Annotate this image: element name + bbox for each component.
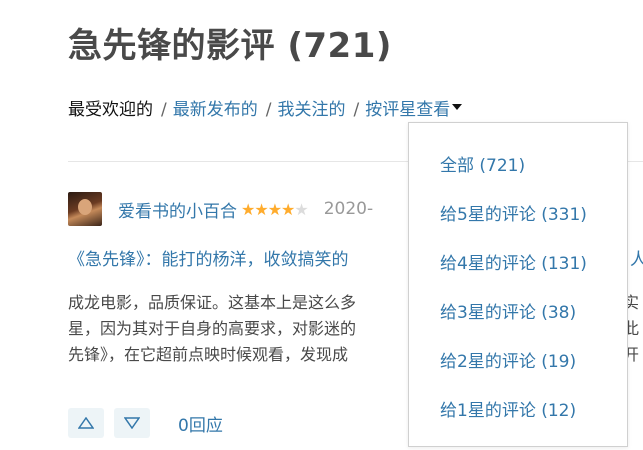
star-icon: ★ — [241, 199, 255, 219]
sort-bar: 最受欢迎的 / 最新发布的 / 我关注的 / 按评星查看 — [68, 95, 463, 120]
upvote-button[interactable] — [68, 408, 104, 438]
rating-filter-2[interactable]: 给2星的评论 (19) — [440, 347, 576, 372]
star-icon: ★ — [254, 199, 268, 219]
separator: / — [161, 100, 167, 120]
rating-filter-all[interactable]: 全部 (721) — [440, 151, 525, 176]
sort-popular[interactable]: 最受欢迎的 — [68, 100, 153, 120]
star-icon: ★ — [267, 199, 282, 219]
review-date: 2020- — [323, 199, 374, 219]
rating-filter-dropdown: 全部 (721) 给5星的评论 (331) 给4星的评论 (131) 给3星的评… — [408, 122, 628, 447]
separator: / — [265, 100, 272, 120]
downvote-button[interactable] — [114, 408, 150, 438]
star-icon: ★ — [281, 199, 295, 219]
review-line-text: 先锋》，在它超前点映时候观看，发现成 — [68, 345, 349, 364]
reply-link[interactable]: 0回应 — [178, 411, 223, 436]
rating-filter-3[interactable]: 给3星的评论 (38) — [440, 298, 576, 323]
separator: / — [353, 100, 360, 120]
review-author[interactable]: 爱看书的小百合 — [118, 197, 237, 222]
rating-stars: ★★★★★ — [241, 199, 309, 219]
star-empty-icon: ★ — [294, 199, 308, 219]
sort-by-rating[interactable]: 按评星查看 — [365, 100, 463, 120]
rating-filter-4[interactable]: 给4星的评论 (131) — [440, 249, 587, 274]
review-line-text: 星，因为其对于自身的高要求，对影迷的 — [68, 319, 357, 338]
review-title-text: 《急先锋》：能打的杨洋，收敛搞笑的 — [68, 250, 349, 270]
sort-following[interactable]: 我关注的 — [277, 100, 345, 120]
review-actions: 0回应 — [68, 408, 223, 438]
avatar[interactable] — [68, 192, 102, 226]
review-header: 爱看书的小百合 ★★★★★ 2020- — [68, 192, 373, 226]
caret-down-icon — [452, 104, 463, 110]
avatar-face — [78, 199, 92, 215]
sort-by-rating-label: 按评星查看 — [365, 100, 451, 120]
review-title-tail: 人 — [630, 250, 643, 270]
review-title[interactable]: 《急先锋》：能打的杨洋，收敛搞笑的 人 — [68, 245, 643, 270]
sort-newest[interactable]: 最新发布的 — [173, 100, 258, 120]
rating-filter-5[interactable]: 给5星的评论 (331) — [440, 200, 587, 225]
review-line-text: 成龙电影，品质保证。这基本上是这么多 — [68, 293, 357, 312]
page: 急先锋的影评 (721) 最受欢迎的 / 最新发布的 / 我关注的 / 按评星查看 爱看书的… — [0, 0, 643, 450]
triangle-up-icon — [78, 417, 94, 429]
page-title: 急先锋的影评 (721) — [68, 26, 392, 66]
triangle-down-icon — [124, 417, 140, 429]
rating-filter-1[interactable]: 给1星的评论 (12) — [440, 396, 576, 421]
